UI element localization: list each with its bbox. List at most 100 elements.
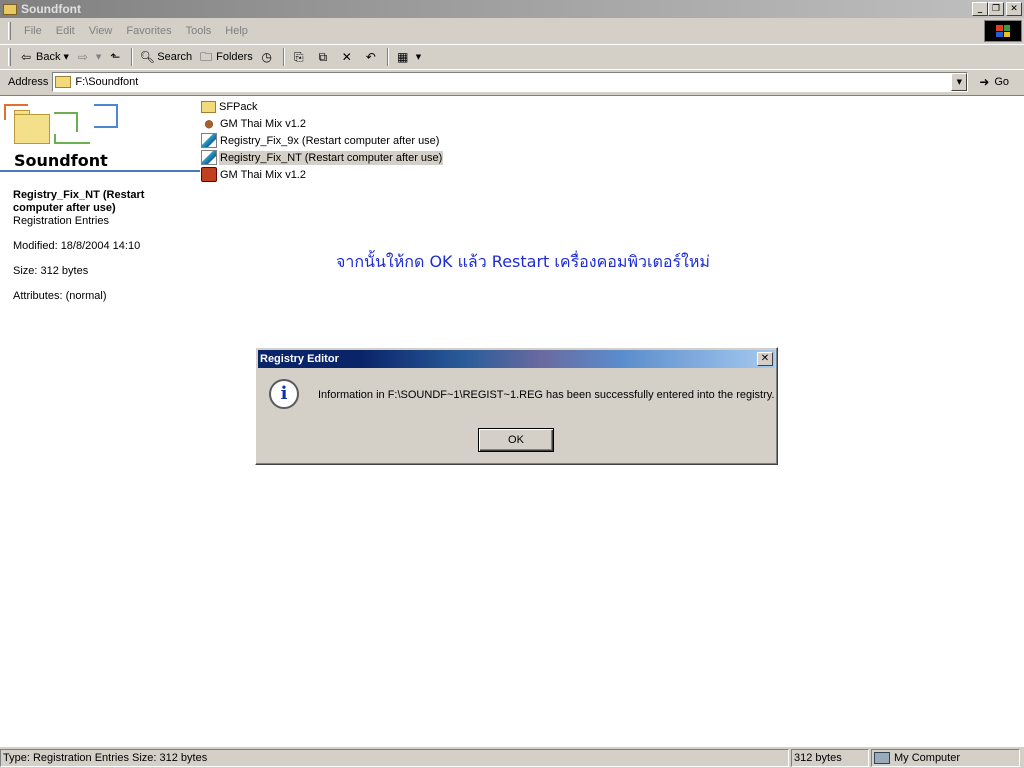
registry-editor-dialog: Registry Editor ✕ i Information in F:\SO… bbox=[255, 347, 778, 465]
up-folder-icon: ⬑ bbox=[110, 49, 121, 64]
delete-icon: ✕ bbox=[341, 49, 352, 64]
decoration bbox=[94, 104, 118, 128]
folders-icon: 🗀 bbox=[200, 49, 213, 64]
views-icon: ▦ bbox=[397, 49, 409, 64]
status-zone: My Computer bbox=[871, 749, 1020, 767]
folder-icon bbox=[55, 75, 72, 88]
windows-flag-icon bbox=[996, 25, 1010, 37]
file-item-label: Registry_Fix_9x (Restart computer after … bbox=[220, 134, 440, 147]
file-item[interactable]: Registry_Fix_9x (Restart computer after … bbox=[201, 132, 443, 149]
close-button[interactable]: ✕ bbox=[1006, 2, 1022, 16]
instruction-annotation: จากนั้นให้กด OK แล้ว Restart เครื่องคอมพ… bbox=[336, 252, 710, 271]
toolbar-separator bbox=[282, 47, 285, 66]
file-list: SFPack GM Thai Mix v1.2 Registry_Fix_9x … bbox=[201, 98, 444, 183]
registry-file-icon bbox=[201, 150, 217, 165]
go-button[interactable]: ➜ Go bbox=[976, 74, 1009, 90]
menu-bar: File Edit View Favorites Tools Help bbox=[0, 20, 1024, 42]
up-folder-button[interactable]: ⬑ bbox=[104, 47, 128, 67]
back-arrow-icon: ⇦ bbox=[20, 49, 32, 64]
menu-file[interactable]: File bbox=[17, 25, 49, 37]
window-title-bar[interactable]: Soundfont _ ❐ ✕ bbox=[0, 0, 1024, 18]
search-button[interactable]: 🔍︎ Search bbox=[136, 47, 195, 67]
ok-button[interactable]: OK bbox=[478, 428, 554, 452]
folder-icon bbox=[3, 3, 17, 15]
toolbar-grip bbox=[8, 47, 11, 66]
search-label: Search bbox=[157, 50, 193, 63]
computer-icon bbox=[874, 752, 890, 764]
information-icon: i bbox=[269, 379, 299, 409]
folder-icon bbox=[201, 100, 216, 113]
move-to-button[interactable]: ⎘ bbox=[288, 47, 312, 67]
toolbar-separator bbox=[386, 47, 389, 66]
copy-to-icon: ⧉ bbox=[318, 49, 328, 64]
address-value: F:\Soundfont bbox=[75, 75, 139, 88]
dialog-message: Information in F:\SOUNDF~1\REGIST~1.REG … bbox=[318, 389, 775, 401]
file-item[interactable]: GM Thai Mix v1.2 bbox=[201, 166, 443, 183]
forward-arrow-icon: ⇨ bbox=[77, 49, 88, 64]
file-item-label: GM Thai Mix v1.2 bbox=[220, 117, 306, 130]
registry-file-icon bbox=[201, 133, 217, 148]
status-bar: Type: Registration Entries Size: 312 byt… bbox=[0, 749, 1024, 768]
folder-name-heading: Soundfont bbox=[14, 151, 108, 170]
file-attributes: Attributes: (normal) bbox=[13, 290, 107, 302]
delete-button[interactable]: ✕ bbox=[336, 47, 360, 67]
views-dropdown-icon[interactable]: ▼ bbox=[416, 53, 421, 61]
address-dropdown-icon[interactable]: ▼ bbox=[951, 72, 968, 91]
file-item-label: Registry_Fix_NT (Restart computer after … bbox=[219, 150, 444, 165]
selected-file-type: Registration Entries bbox=[13, 215, 109, 227]
standard-toolbar: ⇦ Back ▼ ⇨ ▼ ⬑ 🔍︎ Search 🗀 Folders ◷ ⎘ ⧉… bbox=[0, 44, 1024, 68]
views-button[interactable]: ▦ ▼ bbox=[392, 47, 424, 67]
forward-dropdown-icon[interactable]: ▼ bbox=[96, 53, 101, 61]
window-controls: _ ❐ ✕ bbox=[972, 2, 1022, 16]
menu-grip bbox=[8, 22, 11, 40]
menu-favorites[interactable]: Favorites bbox=[119, 25, 178, 37]
decoration bbox=[54, 134, 90, 144]
file-item-label: GM Thai Mix v1.2 bbox=[220, 168, 306, 181]
address-input[interactable]: F:\Soundfont ▼ bbox=[52, 71, 969, 92]
back-dropdown-icon[interactable]: ▼ bbox=[63, 53, 68, 61]
copy-to-button[interactable]: ⧉ bbox=[312, 47, 336, 67]
file-item-label: SFPack bbox=[219, 100, 258, 113]
search-icon: 🔍︎ bbox=[139, 49, 155, 64]
history-icon: ◷ bbox=[261, 49, 273, 64]
undo-button[interactable]: ↶ bbox=[360, 47, 384, 67]
move-to-icon: ⎘ bbox=[293, 49, 304, 64]
forward-button[interactable]: ⇨ ▼ bbox=[72, 47, 104, 67]
dialog-close-button[interactable]: ✕ bbox=[757, 352, 773, 366]
menu-help[interactable]: Help bbox=[218, 25, 255, 37]
file-details: Registry_Fix_NT (Restart computer after … bbox=[13, 189, 193, 303]
window-title: Soundfont bbox=[21, 2, 81, 16]
selected-file-name: Registry_Fix_NT (Restart computer after … bbox=[13, 189, 145, 214]
undo-icon: ↶ bbox=[365, 49, 376, 64]
windows-logo bbox=[984, 20, 1022, 42]
file-size: Size: 312 bytes bbox=[13, 265, 89, 277]
dialog-title: Registry Editor bbox=[260, 353, 339, 365]
decoration bbox=[54, 112, 78, 132]
restore-button[interactable]: ❐ bbox=[988, 2, 1004, 16]
history-button[interactable]: ◷ bbox=[256, 47, 280, 67]
large-folder-icon bbox=[14, 114, 50, 144]
file-item[interactable]: GM Thai Mix v1.2 bbox=[201, 115, 443, 132]
file-item[interactable]: SFPack bbox=[201, 98, 443, 115]
status-main: Type: Registration Entries Size: 312 byt… bbox=[0, 749, 789, 767]
menu-tools[interactable]: Tools bbox=[179, 25, 219, 37]
file-item-selected[interactable]: Registry_Fix_NT (Restart computer after … bbox=[201, 149, 444, 166]
status-size: 312 bytes bbox=[791, 749, 869, 767]
back-label: Back bbox=[36, 50, 61, 63]
back-button[interactable]: ⇦ Back ▼ bbox=[15, 47, 72, 67]
menu-view[interactable]: View bbox=[82, 25, 120, 37]
executable-icon bbox=[201, 167, 217, 182]
go-arrow-icon: ➜ bbox=[979, 74, 990, 89]
dialog-title-bar[interactable]: Registry Editor ✕ bbox=[258, 350, 775, 368]
web-view-pane: Soundfont Registry_Fix_NT (Restart compu… bbox=[0, 96, 200, 748]
address-bar: Address F:\Soundfont ▼ ➜ Go bbox=[0, 69, 1024, 93]
midi-file-icon bbox=[201, 116, 217, 131]
minimize-button[interactable]: _ bbox=[972, 2, 988, 16]
toolbar-separator bbox=[131, 47, 134, 66]
menu-edit[interactable]: Edit bbox=[49, 25, 82, 37]
go-label: Go bbox=[994, 75, 1010, 88]
folders-button[interactable]: 🗀 Folders bbox=[195, 47, 256, 67]
folders-label: Folders bbox=[216, 50, 253, 63]
modified-date: Modified: 18/8/2004 14:10 bbox=[13, 240, 141, 252]
status-zone-label: My Computer bbox=[894, 752, 961, 764]
